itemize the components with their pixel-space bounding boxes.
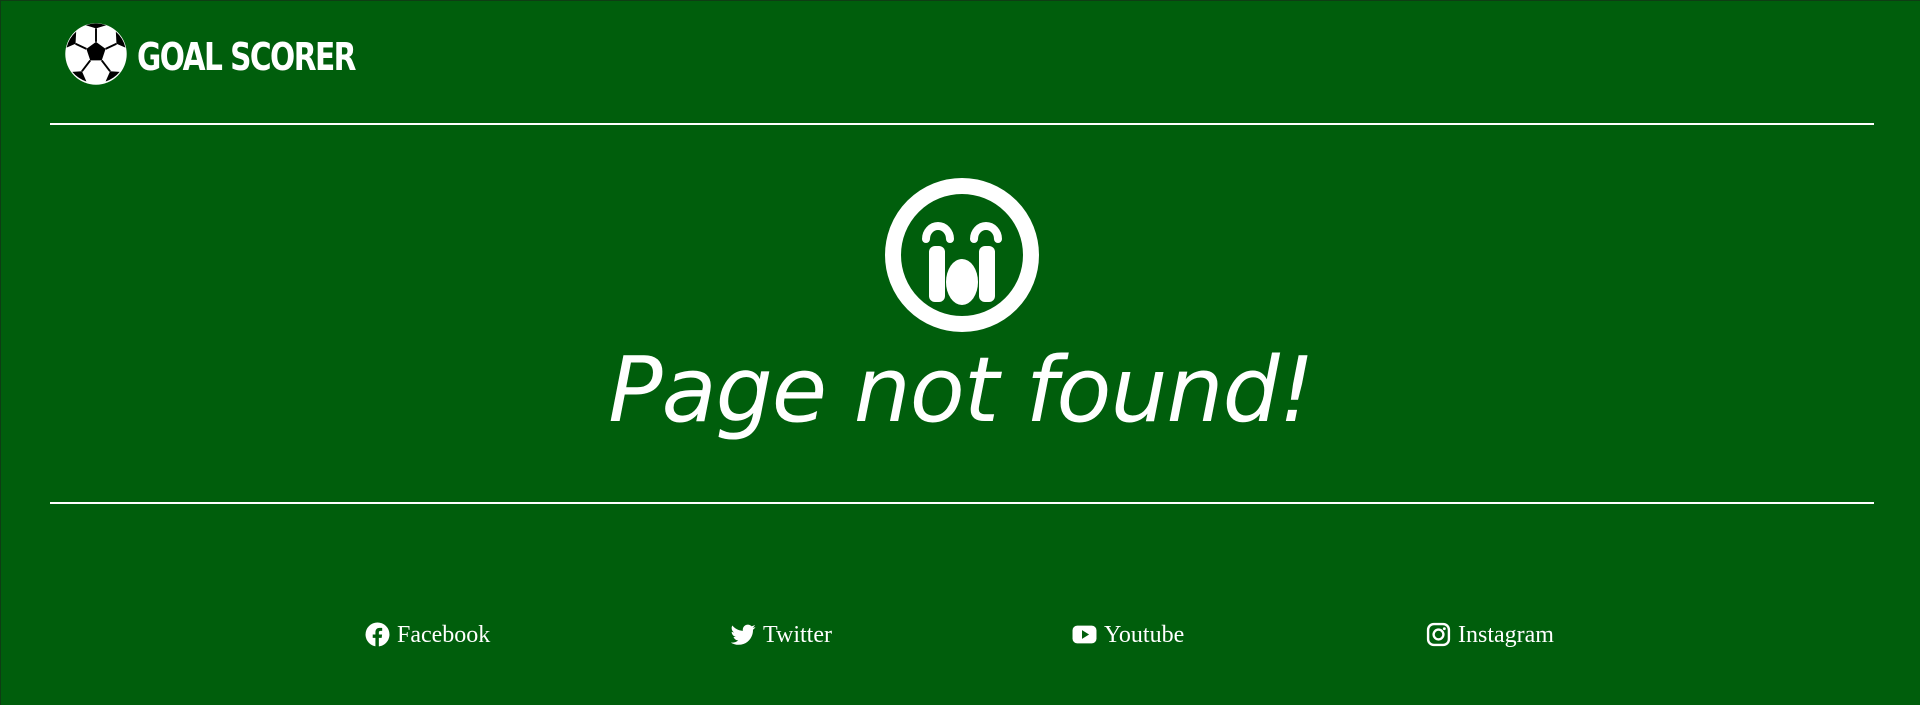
instagram-icon [1426, 622, 1451, 647]
instagram-label: Instagram [1458, 621, 1554, 648]
twitter-icon [731, 624, 756, 645]
error-content: Page not found! [1, 125, 1920, 501]
soccer-ball-icon [65, 23, 127, 85]
facebook-label: Facebook [397, 621, 491, 648]
site-footer: Facebook Twitter Youtube Instagram [1, 504, 1920, 705]
youtube-link[interactable]: Youtube [1072, 622, 1184, 647]
home-link[interactable]: GOAL SCORER [64, 22, 416, 86]
brand-name: GOAL SCORER [137, 35, 356, 79]
crying-face-icon [885, 178, 1039, 332]
twitter-link[interactable]: Twitter [731, 622, 832, 647]
facebook-icon [365, 622, 390, 647]
youtube-label: Youtube [1104, 621, 1185, 648]
site-header: GOAL SCORER [1, 1, 1920, 123]
youtube-icon [1072, 625, 1097, 644]
facebook-link[interactable]: Facebook [365, 622, 490, 647]
page-not-found-message: Page not found! [608, 338, 1315, 443]
twitter-label: Twitter [763, 621, 832, 648]
instagram-link[interactable]: Instagram [1426, 622, 1554, 647]
